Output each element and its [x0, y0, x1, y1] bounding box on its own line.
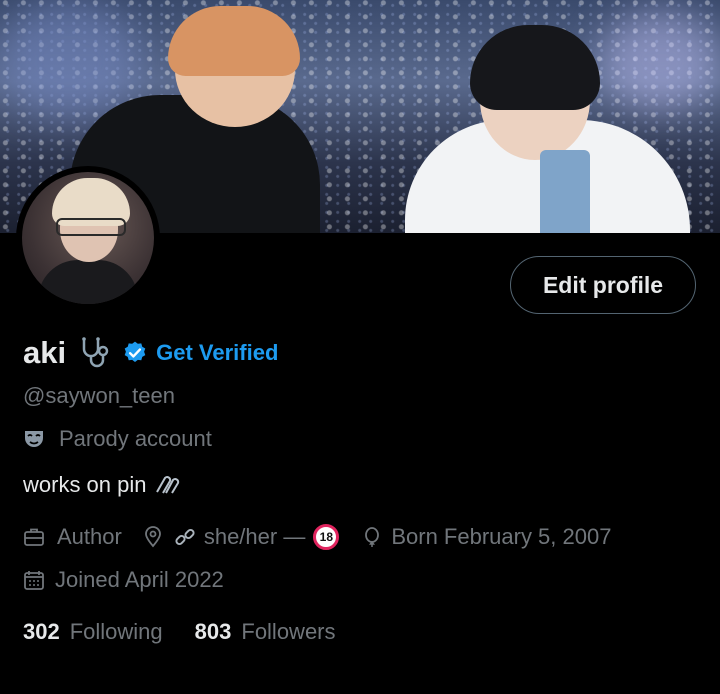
no-under-18-icon: 18 [313, 524, 340, 550]
following-count: 302 [23, 619, 60, 644]
balloon-icon [365, 527, 380, 547]
following-link[interactable]: 302 Following [23, 619, 163, 645]
occupation-text: Author [57, 524, 122, 549]
mask-icon [25, 431, 43, 447]
profile-meta-row: Author she/her — 18 Born February 5, 200… [23, 524, 611, 550]
follow-stats: 302 Following 803 Followers [23, 619, 336, 645]
pronouns-text: she/her — [203, 524, 306, 549]
birthday-text: Born February 5, 2007 [391, 524, 612, 549]
followers-label: Followers [241, 619, 336, 644]
briefcase-icon [24, 528, 44, 546]
bio-text: works on pin [23, 472, 147, 497]
parody-text: Parody account [59, 426, 212, 451]
followers-link[interactable]: 803 Followers [195, 619, 336, 645]
edit-profile-button[interactable]: Edit profile [510, 256, 696, 314]
bio: works on pin [23, 472, 183, 498]
display-name: aki [23, 335, 67, 370]
parody-label: Parody account [23, 426, 212, 452]
verified-badge-icon[interactable] [122, 340, 148, 366]
calendar-icon [24, 571, 44, 590]
profile-name-row: aki Get Verified [23, 333, 278, 373]
location-pin-icon [144, 526, 161, 548]
stethoscope-icon [82, 337, 109, 368]
paperclip-icon [155, 476, 179, 494]
joined-text: Joined April 2022 [55, 567, 224, 592]
username: @saywon_teen [23, 383, 175, 408]
joined-row: Joined April 2022 [23, 567, 224, 593]
following-label: Following [69, 619, 163, 644]
link-icon [175, 528, 195, 546]
get-verified-link[interactable]: Get Verified [156, 340, 278, 366]
followers-count: 803 [194, 619, 232, 644]
avatar[interactable] [22, 172, 154, 304]
